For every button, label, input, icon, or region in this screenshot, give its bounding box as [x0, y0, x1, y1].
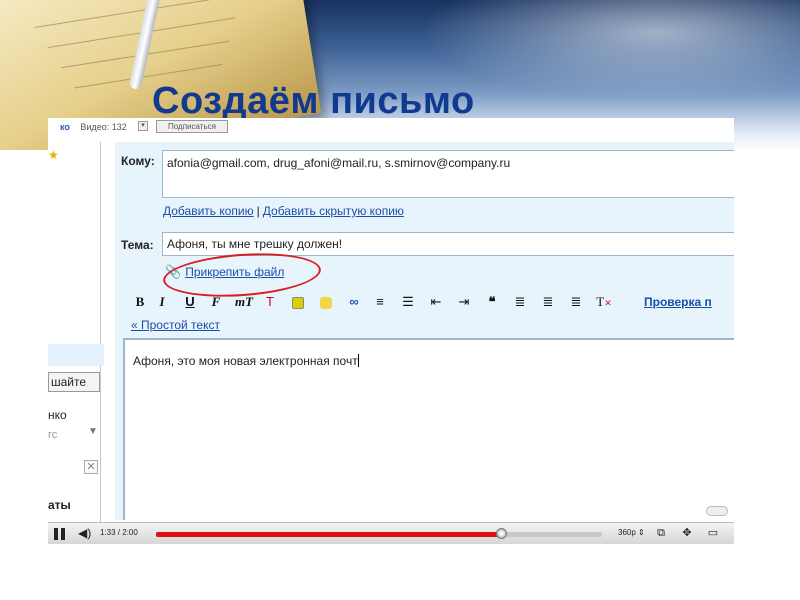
sidebar-text: нко	[48, 408, 67, 422]
text-color-icon[interactable]: T	[261, 293, 279, 311]
to-label: Кому:	[121, 154, 155, 168]
sidebar-heading: аты	[48, 498, 71, 512]
channel-link[interactable]: ко	[60, 122, 70, 132]
pause-icon[interactable]	[54, 528, 66, 540]
font-button[interactable]: F	[207, 293, 225, 311]
star-icon[interactable]: ★	[48, 148, 59, 162]
quote-icon[interactable]: ❝	[483, 293, 501, 311]
youtube-info-strip: ко Видео: 132 ▾ Подписаться	[48, 118, 248, 136]
message-body-editor[interactable]: Афоня, это моя новая электронная почт	[123, 338, 734, 520]
progress-track[interactable]	[156, 528, 602, 539]
smiley-icon[interactable]	[317, 293, 335, 311]
plain-text-link[interactable]: « Простой текст	[131, 318, 220, 332]
playback-time: 1:33 / 2:00	[100, 528, 138, 537]
subject-field[interactable]: Афоня, ты мне трешку должен!	[162, 232, 734, 256]
remove-formatting-icon[interactable]: T✕	[595, 293, 613, 311]
text-caret	[357, 354, 359, 367]
subject-label: Тема:	[121, 238, 154, 252]
indent-icon[interactable]: ⇥	[455, 293, 473, 311]
highlight-color-icon[interactable]	[289, 293, 307, 311]
progress-knob[interactable]	[495, 528, 507, 539]
recipient-links: Добавить копию | Добавить скрытую копию	[163, 204, 404, 218]
outdent-icon[interactable]: ⇤	[427, 293, 445, 311]
slide-title: Создаём письмо	[152, 80, 475, 122]
font-size-button[interactable]: тT	[233, 293, 255, 311]
bulleted-list-icon[interactable]: ☰	[399, 293, 417, 311]
left-sidebar: ★ шайте нко гс ▼ ✕ аты	[48, 142, 108, 522]
message-body-text: Афоня, это моя новая электронная почт	[133, 354, 358, 368]
formatting-toolbar: B I U F тT T ∞ ≡ ☰ ⇤ ⇥ ❝ ≣ ≣ ≣ T✕ Провер…	[131, 292, 734, 314]
quality-label[interactable]: 360p	[618, 528, 636, 537]
align-center-icon[interactable]: ≣	[539, 293, 557, 311]
popout-icon[interactable]: ⧉	[654, 527, 668, 540]
close-icon[interactable]: ✕	[84, 460, 98, 474]
add-cc-link[interactable]: Добавить копию	[163, 204, 254, 218]
align-left-icon[interactable]: ≣	[511, 293, 529, 311]
link-separator: |	[256, 204, 260, 218]
progress-fill	[156, 532, 502, 537]
italic-button[interactable]: I	[153, 293, 171, 311]
underline-button[interactable]: U	[181, 293, 199, 311]
add-bcc-link[interactable]: Добавить скрытую копию	[263, 204, 404, 218]
dropdown-arrow-icon[interactable]: ▼	[88, 426, 98, 437]
to-field[interactable]: afonia@gmail.com, drug_afoni@mail.ru, s.…	[162, 150, 734, 198]
expand-icon[interactable]: ✥	[680, 527, 694, 540]
bold-button[interactable]: B	[131, 293, 149, 311]
video-player-bar: ◀) 1:33 / 2:00 360p ⇕ ⧉ ✥ ▭	[48, 522, 734, 544]
quality-arrow-icon[interactable]: ⇕	[638, 528, 645, 537]
gmail-screenshot: ко Видео: 132 ▾ Подписаться ★ шайте нко …	[48, 118, 734, 544]
link-icon[interactable]: ∞	[345, 293, 363, 311]
spell-check-link[interactable]: Проверка п	[644, 295, 712, 309]
sidebar-button[interactable]: шайте	[48, 372, 100, 392]
compose-form: Кому: afonia@gmail.com, drug_afoni@mail.…	[115, 142, 734, 520]
sidebar-select-text[interactable]: гс	[48, 429, 57, 441]
volume-icon[interactable]: ◀)	[78, 526, 91, 540]
subscribe-button[interactable]: Подписаться	[156, 120, 228, 133]
chevron-down-icon[interactable]: ▾	[138, 121, 148, 131]
numbered-list-icon[interactable]: ≡	[371, 293, 389, 311]
scroll-handle[interactable]	[706, 506, 728, 516]
align-right-icon[interactable]: ≣	[567, 293, 585, 311]
fullscreen-icon[interactable]: ▭	[706, 527, 720, 540]
views-count: Видео: 132	[80, 122, 127, 132]
